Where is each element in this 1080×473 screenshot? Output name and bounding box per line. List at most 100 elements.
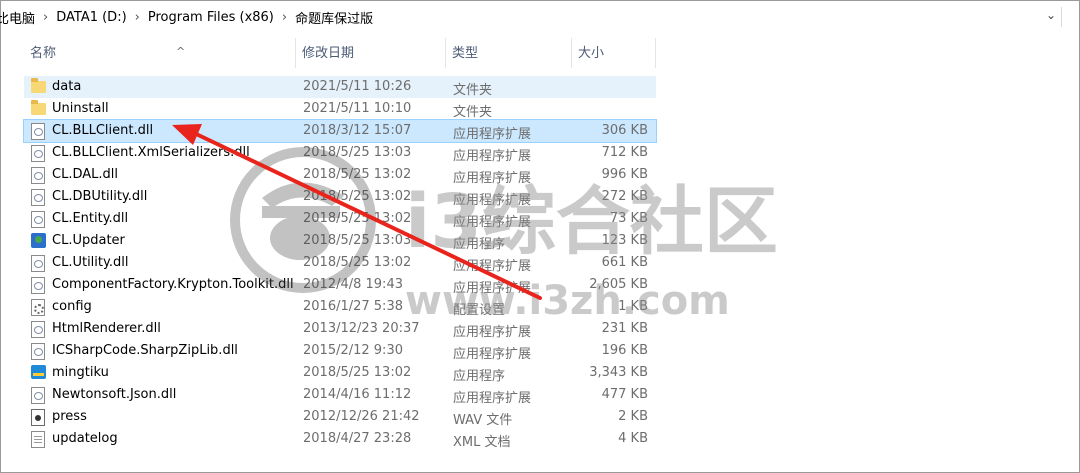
wav-file-icon [31, 409, 45, 426]
file-size: 661 KB [601, 255, 648, 270]
xml-doc-icon [31, 431, 45, 448]
file-row[interactable]: config 2016/1/27 5:38 配置设置 1 KB [24, 296, 656, 318]
column-header-type[interactable]: 类型 [446, 38, 572, 68]
column-header-name[interactable]: 名称 ^ [24, 38, 296, 68]
dll-file-icon [31, 277, 45, 294]
file-row-selected[interactable]: CL.BLLClient.dll 2018/3/12 15:07 应用程序扩展 … [23, 119, 657, 143]
file-row[interactable]: CL.DAL.dll 2018/5/25 13:02 应用程序扩展 996 KB [24, 164, 656, 186]
breadcrumb-drive[interactable]: DATA1 (D:) [50, 10, 132, 25]
dll-file-icon [31, 211, 45, 228]
file-type: 应用程序扩展 [453, 391, 532, 406]
file-size: 231 KB [601, 321, 648, 336]
file-type: 应用程序扩展 [453, 171, 532, 186]
dll-file-icon [31, 167, 45, 184]
column-header-row: 名称 ^ 修改日期 类型 大小 [0, 38, 660, 68]
file-name: config [52, 299, 92, 314]
file-row[interactable]: updatelog 2018/4/27 23:28 XML 文档 4 KB [24, 428, 656, 450]
file-row[interactable]: CL.Updater 2018/5/25 13:03 应用程序 123 KB [24, 230, 656, 252]
file-type: 应用程序扩展 [453, 281, 532, 296]
dll-file-icon [31, 255, 45, 272]
column-header-name-label: 名称 [30, 46, 57, 61]
file-row[interactable]: Newtonsoft.Json.dll 2014/4/16 11:12 应用程序… [24, 384, 656, 406]
folder-icon [31, 78, 46, 93]
dll-file-icon [31, 321, 45, 338]
file-name: Newtonsoft.Json.dll [52, 387, 177, 402]
file-type: 应用程序扩展 [453, 193, 532, 208]
file-size: 4 KB [618, 431, 648, 446]
file-date: 2018/3/12 15:07 [303, 123, 412, 138]
file-date: 2018/4/27 23:28 [303, 431, 412, 446]
file-row[interactable]: CL.Utility.dll 2018/5/25 13:02 应用程序扩展 66… [24, 252, 656, 274]
file-name: ComponentFactory.Krypton.Toolkit.dll [52, 277, 294, 292]
file-date: 2012/12/26 21:42 [303, 409, 420, 424]
file-name: updatelog [52, 431, 118, 446]
file-name: ICSharpCode.SharpZipLib.dll [52, 343, 238, 358]
address-bar[interactable]: 比电脑 › DATA1 (D:) › Program Files (x86) ›… [0, 0, 1080, 34]
file-date: 2021/5/11 10:26 [303, 79, 412, 94]
file-name: CL.BLLClient.dll [52, 123, 154, 138]
mingtiku-app-icon [31, 365, 46, 379]
file-name: Uninstall [52, 101, 109, 116]
file-date: 2018/5/25 13:02 [303, 255, 412, 270]
file-row[interactable]: CL.Entity.dll 2018/5/25 13:02 应用程序扩展 73 … [24, 208, 656, 230]
file-row[interactable]: ComponentFactory.Krypton.Toolkit.dll 201… [24, 274, 656, 296]
address-history-dropdown-icon[interactable]: ⌄ [1046, 8, 1056, 22]
column-header-type-label: 类型 [452, 46, 479, 61]
file-date: 2018/5/25 13:02 [303, 189, 412, 204]
address-bar-edge[interactable] [1061, 7, 1080, 27]
file-date: 2016/1/27 5:38 [303, 299, 403, 314]
file-size: 3,343 KB [589, 365, 648, 380]
file-size: 123 KB [601, 233, 648, 248]
config-file-icon [31, 299, 45, 316]
file-type: 应用程序扩展 [453, 325, 532, 340]
dll-file-icon [31, 343, 45, 360]
breadcrumb-current-folder[interactable]: 命题库保过版 [289, 8, 379, 27]
file-date: 2018/5/25 13:02 [303, 211, 412, 226]
breadcrumb: 比电脑 › DATA1 (D:) › Program Files (x86) ›… [0, 6, 379, 28]
file-type: 应用程序扩展 [453, 149, 532, 164]
updater-app-icon [31, 233, 46, 248]
file-row[interactable]: mingtiku 2018/5/25 13:02 应用程序 3,343 KB [24, 362, 656, 384]
file-name: CL.DBUtility.dll [52, 189, 148, 204]
file-date: 2012/4/8 19:43 [303, 277, 403, 292]
file-date: 2013/12/23 20:37 [303, 321, 420, 336]
file-name: CL.Utility.dll [52, 255, 129, 270]
file-type: 应用程序 [453, 237, 506, 252]
file-list: data 2021/5/11 10:26 文件夹 Uninstall 2021/… [23, 76, 657, 450]
file-size: 996 KB [601, 167, 648, 182]
file-name: CL.DAL.dll [52, 167, 118, 182]
column-header-date[interactable]: 修改日期 [296, 38, 446, 68]
file-date: 2018/5/25 13:02 [303, 167, 412, 182]
file-type: XML 文档 [453, 435, 511, 450]
breadcrumb-this-pc[interactable]: 比电脑 [0, 8, 41, 27]
file-name: HtmlRenderer.dll [52, 321, 161, 336]
column-header-size-label: 大小 [578, 46, 605, 61]
file-row[interactable]: CL.BLLClient.XmlSerializers.dll 2018/5/2… [24, 142, 656, 164]
file-size: 712 KB [601, 145, 648, 160]
file-row[interactable]: CL.DBUtility.dll 2018/5/25 13:02 应用程序扩展 … [24, 186, 656, 208]
dll-file-icon [31, 189, 45, 206]
file-row[interactable]: Uninstall 2021/5/11 10:10 文件夹 [24, 98, 656, 120]
file-size: 73 KB [609, 211, 648, 226]
file-row[interactable]: HtmlRenderer.dll 2013/12/23 20:37 应用程序扩展… [24, 318, 656, 340]
folder-icon [31, 100, 46, 115]
file-name: mingtiku [52, 365, 109, 380]
column-header-size[interactable]: 大小 [572, 38, 656, 68]
file-type: 配置设置 [453, 303, 506, 318]
breadcrumb-separator-icon[interactable]: › [280, 10, 289, 25]
file-row[interactable]: press 2012/12/26 21:42 WAV 文件 2 KB [24, 406, 656, 428]
breadcrumb-separator-icon[interactable]: › [133, 10, 142, 25]
dll-file-icon [31, 387, 45, 404]
file-date: 2015/2/12 9:30 [303, 343, 403, 358]
file-name: CL.BLLClient.XmlSerializers.dll [52, 145, 250, 160]
file-name: CL.Entity.dll [52, 211, 129, 226]
file-type: 应用程序扩展 [453, 215, 532, 230]
file-row[interactable]: data 2021/5/11 10:26 文件夹 [24, 76, 656, 98]
breadcrumb-program-files[interactable]: Program Files (x86) [142, 10, 280, 25]
file-type: 文件夹 [453, 83, 493, 98]
breadcrumb-separator-icon[interactable]: › [41, 10, 50, 25]
file-size: 196 KB [601, 343, 648, 358]
file-size: 477 KB [601, 387, 648, 402]
dll-file-icon [31, 123, 45, 140]
file-row[interactable]: ICSharpCode.SharpZipLib.dll 2015/2/12 9:… [24, 340, 656, 362]
